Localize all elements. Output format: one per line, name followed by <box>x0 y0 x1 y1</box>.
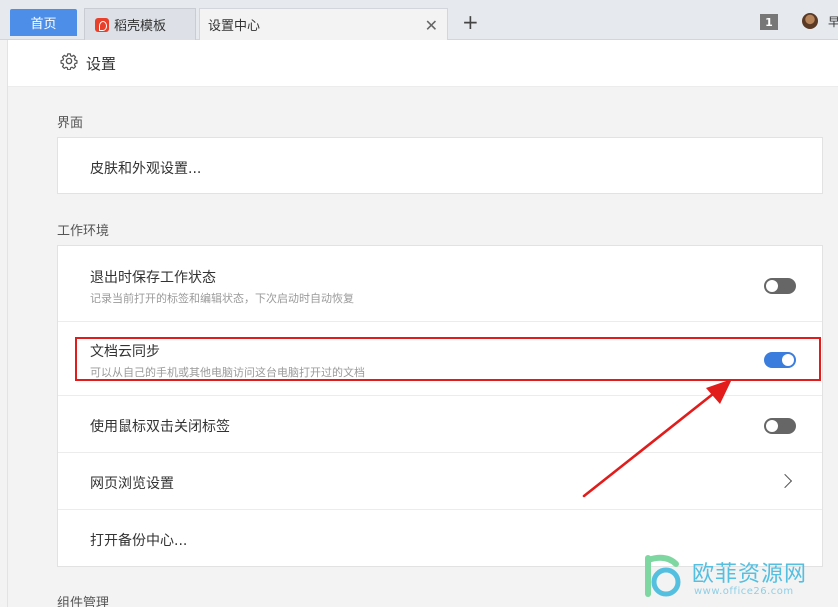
row-backup-label: 打开备份中心... <box>90 533 188 549</box>
section-title-components: 组件管理 <box>57 596 110 607</box>
avatar[interactable] <box>802 13 818 29</box>
page-title: 设置 <box>86 55 117 73</box>
tab-bar: 首页 稻壳模板 设置中心 ✕ + 1 早 <box>0 0 838 41</box>
row-web-browse-label: 网页浏览设置 <box>90 476 174 492</box>
tab-settings-center[interactable]: 设置中心 ✕ <box>199 8 448 41</box>
watermark-text: 欧菲资源网 <box>692 562 808 587</box>
section-title-workspace: 工作环境 <box>57 224 110 239</box>
tab-count-badge[interactable]: 1 <box>760 14 778 30</box>
dblclick-close-toggle[interactable] <box>764 418 796 434</box>
settings-header: 设置 <box>8 40 838 87</box>
tab-home-label: 首页 <box>30 17 57 32</box>
row-save-state[interactable]: 退出时保存工作状态 记录当前打开的标签和编辑状态，下次启动时自动恢复 <box>58 246 822 322</box>
row-skin-settings[interactable]: 皮肤和外观设置... <box>58 138 822 194</box>
toggle-knob <box>766 420 778 432</box>
row-dblclick-close-label: 使用鼠标双击关闭标签 <box>90 419 230 435</box>
card-interface: 皮肤和外观设置... <box>57 137 823 194</box>
row-save-state-label: 退出时保存工作状态 <box>90 270 216 286</box>
tab-home[interactable]: 首页 <box>10 9 77 36</box>
tab-docer-label: 稻壳模板 <box>114 19 167 34</box>
add-tab-button[interactable]: + <box>462 10 479 34</box>
watermark: 欧菲资源网 www.office26.com <box>632 548 832 603</box>
watermark-url: www.office26.com <box>694 586 794 597</box>
row-save-state-desc: 记录当前打开的标签和编辑状态，下次启动时自动恢复 <box>90 292 354 305</box>
save-state-toggle[interactable] <box>764 278 796 294</box>
annotation-arrow-icon <box>582 379 732 498</box>
watermark-logo-icon <box>645 554 681 597</box>
gear-icon <box>60 53 78 70</box>
section-title-interface: 界面 <box>57 116 84 131</box>
window-edge <box>7 40 8 607</box>
row-skin-label: 皮肤和外观设置... <box>90 161 202 177</box>
docer-logo-icon <box>95 17 109 32</box>
toggle-knob <box>766 280 778 292</box>
chevron-right-icon <box>777 473 793 489</box>
tab-docer-templates[interactable]: 稻壳模板 <box>84 8 196 40</box>
tab-settings-label: 设置中心 <box>208 19 261 34</box>
user-label[interactable]: 早 <box>828 13 838 30</box>
close-icon[interactable]: ✕ <box>425 16 438 35</box>
